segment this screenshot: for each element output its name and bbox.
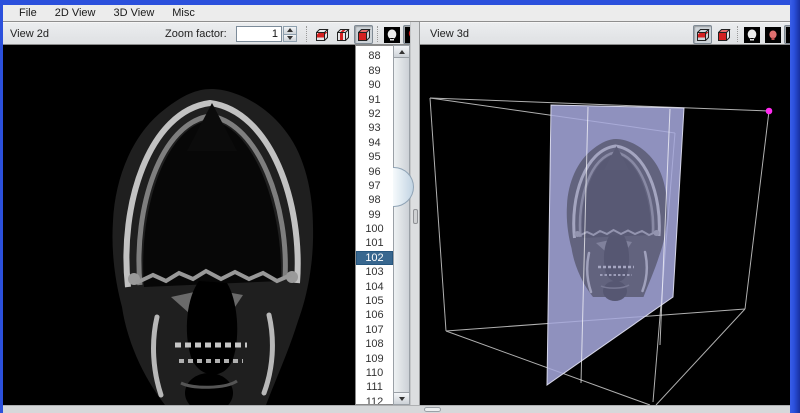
toolbar-separator [737,26,738,42]
cube-axial-slice-button[interactable] [312,25,331,44]
slice-row[interactable]: 92 [356,107,393,121]
head-soft-tissue-button[interactable] [742,25,761,44]
zoom-factor-stepper [283,26,297,42]
slice-list-items: 8788899091929394959697989910010110210310… [356,45,393,405]
toolbar-separator [377,26,378,42]
spinner-up-button[interactable] [283,26,297,35]
slice-row[interactable]: 110 [356,366,393,380]
slice-row[interactable]: 107 [356,323,393,337]
scroll-up-button[interactable] [394,45,409,58]
cube-solid-button[interactable] [354,25,373,44]
up-arrow-icon [399,50,405,54]
cube-solid-button[interactable] [714,25,733,44]
head-soft-tissue-icon [744,27,760,43]
toolbar-separator [306,26,307,42]
menu-item-3d-view[interactable]: 3D View [105,6,164,20]
view2d-toolbar [312,25,422,44]
slice-row[interactable]: 96 [356,165,393,179]
slice-number-list[interactable]: 8788899091929394959697989910010110210310… [355,45,393,405]
bottom-grip[interactable] [424,407,441,412]
slice-row[interactable]: 91 [356,93,393,107]
zoom-factor-input[interactable] [236,26,282,42]
down-arrow-icon [287,36,293,40]
down-arrow-icon [399,397,405,401]
volume-wireframe-scene [420,45,791,405]
view2d-title: View 2d [10,28,49,40]
slice-row[interactable]: 104 [356,280,393,294]
cube-axial-slice-button[interactable] [693,25,712,44]
view2d-canvas[interactable] [3,45,355,405]
slice-row[interactable]: 99 [356,208,393,222]
head-skin-button[interactable] [763,25,782,44]
slice-row[interactable]: 101 [356,236,393,250]
slice-row[interactable]: 95 [356,150,393,164]
slice-row[interactable]: 88 [356,49,393,63]
cube-sagittal-slice-button[interactable] [333,25,352,44]
slice-row[interactable]: 108 [356,337,393,351]
bottom-edge-strip [3,405,791,413]
view3d-header: View 3d [420,22,791,45]
head-soft-tissue-icon [384,27,400,43]
menu-bar: File2D View3D ViewMisc [3,5,791,22]
slice-row[interactable]: 100 [356,222,393,236]
view3d-title: View 3d [430,28,469,40]
cube-axial-slice-icon [313,27,330,43]
slice-row[interactable]: 93 [356,121,393,135]
slice-row[interactable]: 97 [356,179,393,193]
slice-row[interactable]: 103 [356,265,393,279]
zoom-factor-label: Zoom factor: [165,28,227,40]
slice-list-scrollbar[interactable] [393,45,410,405]
ct-coronal-slice-image [3,45,355,405]
cube-sagittal-slice-icon [334,27,351,43]
application-window: File2D View3D ViewMisc View 2d Zoom fact… [0,0,800,413]
spinner-down-button[interactable] [283,35,297,43]
slice-row[interactable]: 105 [356,294,393,308]
view3d-toolbar [693,25,800,44]
window-border [790,0,800,413]
slice-row[interactable]: 89 [356,64,393,78]
slice-row[interactable]: 90 [356,78,393,92]
slice-row[interactable]: 112 [356,395,393,405]
menu-item-2d-view[interactable]: 2D View [46,6,105,20]
view2d-header: View 2d Zoom factor: [3,22,410,45]
scroll-down-button[interactable] [394,392,409,405]
slice-row[interactable]: 109 [356,352,393,366]
menu-item-misc[interactable]: Misc [163,6,204,20]
head-soft-tissue-button[interactable] [382,25,401,44]
cube-axial-slice-icon [694,27,711,43]
divider-grip[interactable] [413,209,418,224]
head-skin-icon [765,27,781,43]
slice-row[interactable]: 106 [356,308,393,322]
menu-item-file[interactable]: File [10,6,46,20]
up-arrow-icon [287,28,293,32]
slice-row[interactable]: 98 [356,193,393,207]
slice-row[interactable]: 111 [356,380,393,394]
view3d-canvas[interactable] [420,45,791,405]
cube-solid-icon [715,27,732,43]
slice-row-selected[interactable]: 102 [356,251,393,265]
corner-marker-dot [766,108,773,115]
cube-solid-icon [355,27,372,43]
slice-row[interactable]: 94 [356,136,393,150]
